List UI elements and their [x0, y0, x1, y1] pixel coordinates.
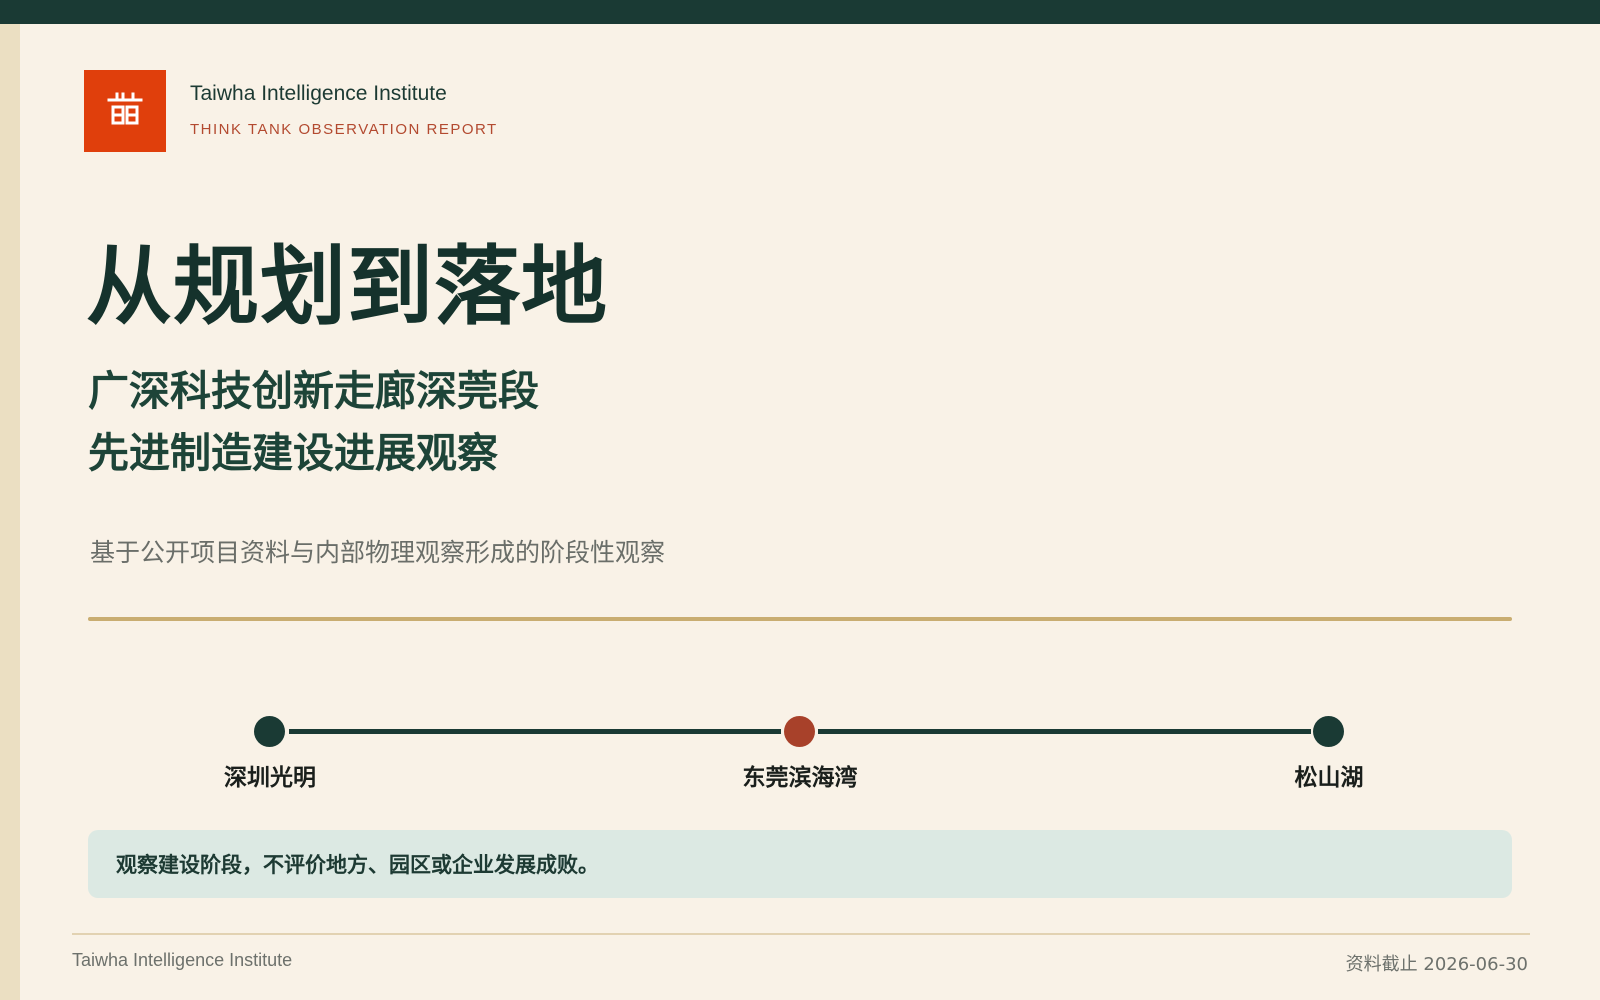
left-accent-bar	[0, 24, 20, 1000]
timeline-dot	[1313, 716, 1344, 747]
report-description: 基于公开项目资料与内部物理观察形成的阶段性观察	[90, 538, 666, 567]
timeline-dot	[254, 716, 285, 747]
timeline-label: 深圳光明	[224, 765, 316, 791]
gold-divider	[88, 617, 1512, 621]
gate-pavilion-icon	[105, 89, 145, 133]
report-title: 从规划到落地	[86, 236, 608, 337]
timeline-connector	[818, 729, 1311, 734]
timeline-label: 松山湖	[1294, 765, 1364, 791]
footer-data-cutoff: 资料截止 2026-06-30	[1345, 954, 1528, 975]
footer-org-name: Taiwha Intelligence Institute	[72, 950, 293, 970]
org-tagline: THINK TANK OBSERVATION REPORT	[190, 121, 498, 138]
institute-logo	[84, 70, 166, 152]
report-subtitle-line2: 先进制造建设进展观察	[88, 429, 498, 477]
timeline-connector	[289, 729, 781, 734]
report-subtitle-line1: 广深科技创新走廊深莞段	[88, 367, 539, 415]
location-timeline: 深圳光明 东莞滨海湾 松山湖	[0, 700, 1600, 800]
footer-divider	[72, 933, 1530, 935]
scope-note-text: 观察建设阶段，不评价地方、园区或企业发展成败。	[116, 853, 599, 877]
org-name: Taiwha Intelligence Institute	[190, 82, 447, 105]
timeline-label: 东莞滨海湾	[742, 765, 858, 791]
scope-note: 观察建设阶段，不评价地方、园区或企业发展成败。	[88, 830, 1512, 898]
timeline-dot	[784, 716, 815, 747]
top-accent-bar	[0, 0, 1600, 24]
